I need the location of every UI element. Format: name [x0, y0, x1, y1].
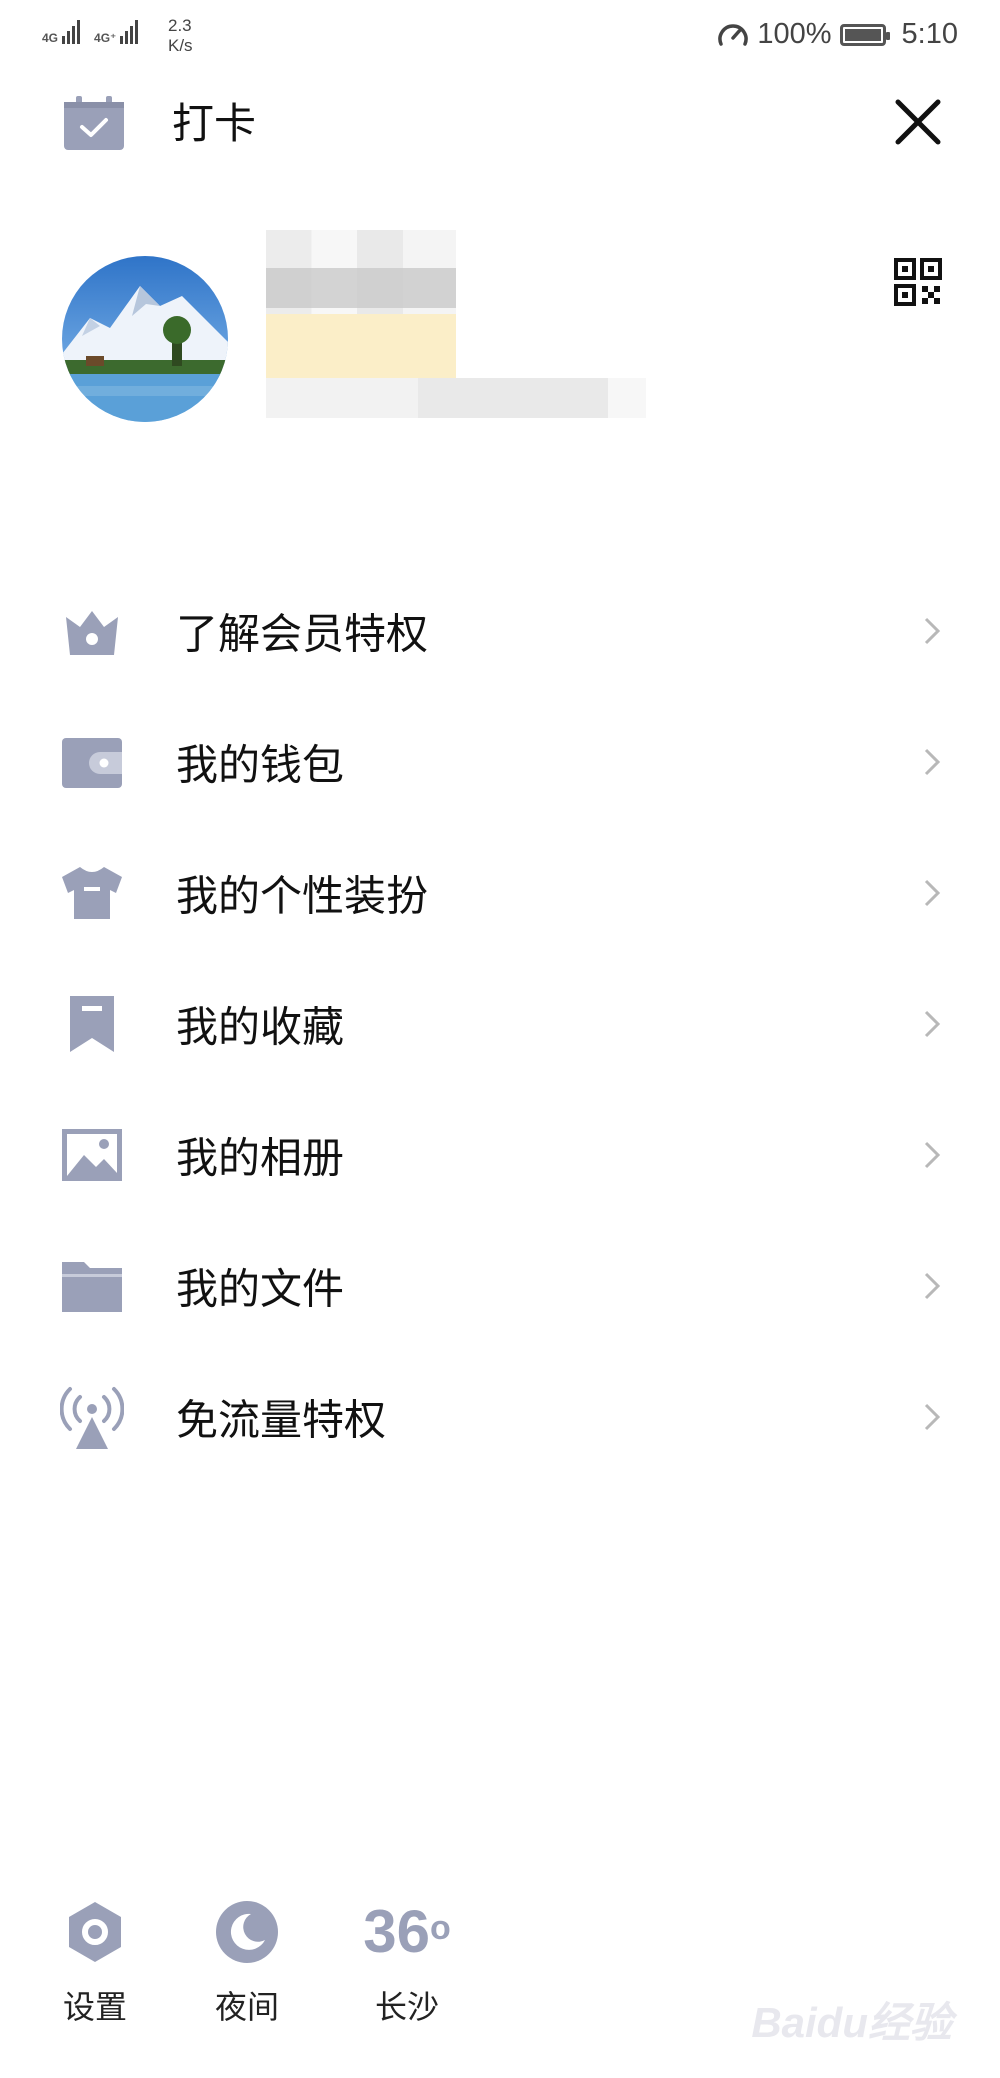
wallet-icon — [62, 737, 122, 788]
menu-item-free-data[interactable]: 免流量特权 — [0, 1351, 1000, 1482]
menu-item-files[interactable]: 我的文件 — [0, 1220, 1000, 1351]
speed-value: 2.3 — [168, 16, 192, 35]
weather-temperature: 36o — [363, 1898, 451, 1965]
qr-code-icon[interactable] — [894, 258, 942, 306]
gear-icon — [69, 1902, 121, 1962]
moon-icon — [216, 1901, 278, 1963]
vip-crown-icon — [66, 610, 118, 655]
night-label: 夜间 — [214, 1989, 279, 2025]
night-mode-button[interactable]: 夜间 — [192, 1900, 302, 2028]
settings-button[interactable]: 设置 — [40, 1900, 150, 2028]
chevron-right-icon — [924, 617, 941, 644]
avatar[interactable] — [62, 256, 228, 422]
folder-icon — [62, 1261, 122, 1312]
signal-bars-icon — [120, 18, 139, 44]
network-type-2: 4G⁺ — [94, 31, 117, 45]
weather-widget[interactable]: 36o 长沙 — [342, 1900, 472, 2028]
bookmark-icon — [70, 995, 114, 1052]
network-type-1: 4G — [42, 31, 59, 45]
menu-item-label: 我的收藏 — [176, 1003, 345, 1050]
menu-item-wallet[interactable]: 我的钱包 — [0, 696, 1000, 827]
signal-bars-icon — [62, 18, 81, 44]
menu-item-vip[interactable]: 了解会员特权 — [0, 565, 1000, 696]
menu-item-label: 我的相册 — [176, 1134, 345, 1181]
settings-label: 设置 — [62, 1989, 127, 2025]
blurred-signature — [266, 378, 646, 418]
speedometer-icon — [718, 23, 749, 46]
menu-item-label: 我的钱包 — [176, 741, 345, 788]
checkin-label[interactable]: 打卡 — [172, 98, 256, 150]
menu-item-theme[interactable]: 我的个性装扮 — [0, 827, 1000, 958]
network-indicator: 4G 4G⁺ — [42, 18, 139, 45]
chevron-right-icon — [924, 748, 941, 775]
tshirt-icon — [62, 866, 122, 919]
calendar-check-icon[interactable] — [62, 96, 126, 152]
watermark: Baidu经验 — [751, 1999, 952, 2046]
status-bar: 4G 4G⁺ 2.3 K/s 100% 5:10 — [0, 0, 1000, 70]
photo-icon — [62, 1128, 122, 1181]
clock: 5:10 — [901, 18, 958, 50]
chevron-right-icon — [924, 1010, 941, 1037]
chevron-right-icon — [924, 1141, 941, 1168]
menu-item-label: 我的个性装扮 — [176, 872, 429, 919]
menu-item-label: 了解会员特权 — [176, 610, 429, 657]
menu-item-label: 免流量特权 — [176, 1396, 387, 1443]
menu-item-favorites[interactable]: 我的收藏 — [0, 958, 1000, 1089]
battery-percent: 100% — [757, 18, 832, 50]
chevron-right-icon — [924, 879, 941, 906]
chevron-right-icon — [924, 1403, 941, 1430]
status-right: 100% 5:10 — [717, 18, 958, 51]
blurred-nickname — [266, 230, 456, 380]
chevron-right-icon — [924, 1272, 941, 1299]
signal-tower-icon — [60, 1386, 124, 1449]
weather-city: 长沙 — [374, 1989, 439, 2025]
network-speed: 2.3 K/s — [168, 16, 193, 56]
battery-icon — [839, 23, 890, 46]
menu-item-label: 我的文件 — [176, 1265, 345, 1312]
menu-item-album[interactable]: 我的相册 — [0, 1089, 1000, 1220]
close-icon[interactable] — [892, 96, 944, 148]
speed-unit: K/s — [168, 36, 193, 55]
